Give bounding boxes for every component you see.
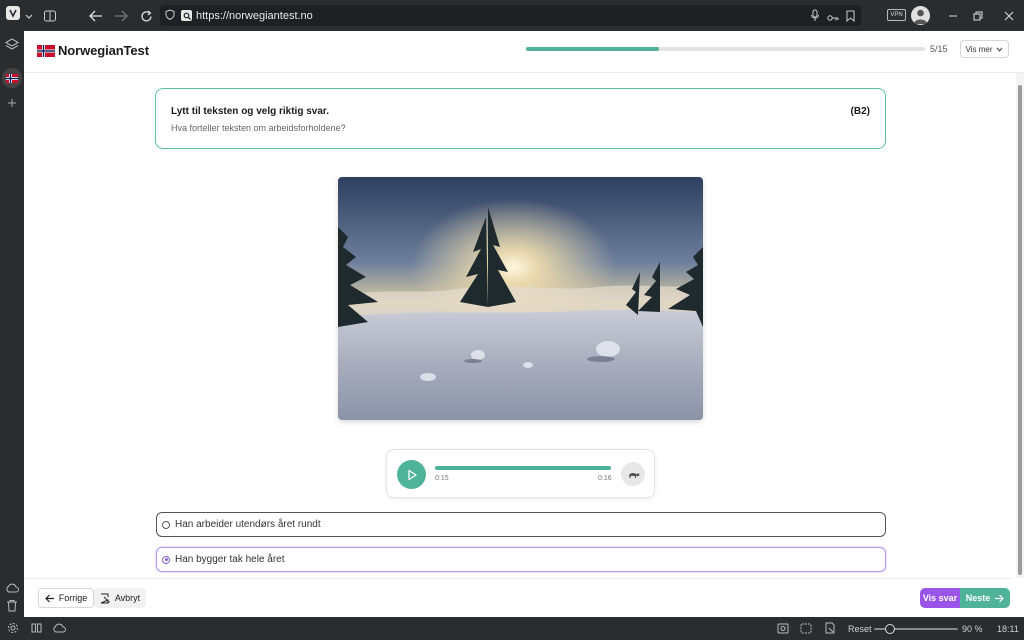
zoom-slider-thumb[interactable] (885, 624, 895, 634)
winter-landscape-image (338, 177, 703, 420)
browser-statusbar: Reset 90 % 18:11 (0, 617, 1024, 640)
shield-icon[interactable] (165, 7, 175, 25)
test-progress-bar (526, 47, 925, 51)
back-arrow-icon[interactable] (87, 7, 105, 25)
reader-view-icon[interactable] (800, 623, 812, 636)
chevron-down-icon[interactable] (20, 7, 38, 25)
question-card: Lytt til teksten og velg riktig svar. Hv… (155, 88, 886, 149)
zoom-reset-button[interactable]: Reset (848, 624, 872, 634)
forward-arrow-icon[interactable] (112, 7, 130, 25)
clock-time: 18:11 (997, 624, 1019, 634)
tiling-icon[interactable] (31, 623, 42, 635)
back-button-label: Forrige (58, 593, 88, 603)
question-instruction: Lytt til teksten og velg riktig svar. (171, 106, 330, 117)
bookmark-icon[interactable] (846, 9, 855, 27)
radio-button[interactable] (162, 520, 170, 529)
answer-option-label: Han arbeider utendørs året rundt (175, 519, 321, 530)
answer-option-selected[interactable]: Han bygger tak hele året (156, 547, 886, 572)
turtle-icon (628, 472, 639, 478)
cancel-button-label: Avbryt (114, 593, 141, 603)
trash-icon[interactable] (6, 599, 18, 617)
close-icon[interactable] (1000, 7, 1018, 25)
chevron-down-icon (996, 45, 1003, 54)
radio-button-selected[interactable] (162, 555, 170, 564)
cancel-button[interactable]: Avbryt (94, 588, 146, 608)
norway-flag-icon (37, 44, 55, 57)
logo-text: NorwegianTest (58, 43, 149, 58)
reload-icon[interactable] (137, 7, 155, 25)
minimize-icon[interactable] (944, 7, 962, 25)
site-logo[interactable]: NorwegianTest (37, 43, 149, 58)
play-icon (407, 469, 417, 480)
test-progress-fill (526, 47, 659, 51)
zoom-slider[interactable] (874, 624, 958, 634)
playback-speed-button[interactable] (621, 462, 645, 486)
norwegian-flag-tab-icon[interactable] (2, 68, 22, 88)
cloud-sync-icon[interactable] (5, 580, 19, 598)
cloud-icon[interactable] (52, 623, 66, 635)
add-panel-icon[interactable] (7, 95, 17, 113)
page-actions-icon[interactable] (824, 622, 836, 636)
page-scrollbar[interactable] (1016, 73, 1024, 578)
capture-icon[interactable] (777, 623, 789, 636)
answer-option-label: Han bygger tak hele året (175, 554, 285, 565)
layers-icon[interactable] (5, 38, 19, 57)
arrow-right-icon (995, 594, 1005, 602)
vpn-badge[interactable]: VPN (887, 9, 906, 21)
play-button[interactable] (397, 460, 426, 489)
web-page: NorwegianTest 5/15 Vis mer Lytt til teks… (24, 31, 1024, 617)
audio-current-time: 0:15 (435, 475, 449, 482)
address-bar[interactable]: https://norwegiantest.no (160, 5, 861, 26)
test-navigation-footer: Forrige Avbryt Vis svar Neste (24, 578, 1012, 617)
show-answer-button[interactable]: Vis svar (920, 588, 960, 608)
next-button[interactable]: Neste (960, 588, 1010, 608)
exit-icon (100, 593, 110, 603)
next-button-label: Neste (965, 593, 991, 603)
panel-toggle-icon[interactable] (41, 7, 59, 25)
vis-mer-dropdown[interactable]: Vis mer (960, 40, 1009, 58)
key-icon[interactable] (827, 10, 839, 28)
browser-sidebar (0, 31, 24, 617)
url-text[interactable]: https://norwegiantest.no (196, 10, 313, 22)
zoom-level: 90 % (962, 624, 983, 634)
vis-mer-label: Vis mer (965, 44, 993, 54)
level-badge: (B2) (850, 106, 870, 117)
profile-avatar[interactable] (911, 6, 930, 25)
progress-count: 5/15 (930, 44, 948, 54)
back-button[interactable]: Forrige (38, 588, 94, 608)
settings-gear-icon[interactable] (7, 622, 19, 636)
question-prompt: Hva forteller teksten om arbeidsforholde… (171, 123, 346, 133)
audio-seek-bar[interactable] (435, 466, 611, 470)
site-header: NorwegianTest 5/15 Vis mer (24, 31, 1024, 73)
audio-player: 0:15 0:16 (386, 449, 655, 498)
answer-option[interactable]: Han arbeider utendørs året rundt (156, 512, 886, 537)
site-favicon-icon (181, 10, 192, 21)
vivaldi-menu-icon[interactable] (6, 6, 20, 20)
audio-duration: 0:16 (598, 475, 612, 482)
browser-toolbar: https://norwegiantest.no VPN (0, 0, 1024, 31)
arrow-left-icon (44, 594, 54, 602)
restore-icon[interactable] (969, 7, 987, 25)
microphone-icon[interactable] (810, 9, 820, 27)
scrollbar-thumb[interactable] (1018, 85, 1022, 575)
